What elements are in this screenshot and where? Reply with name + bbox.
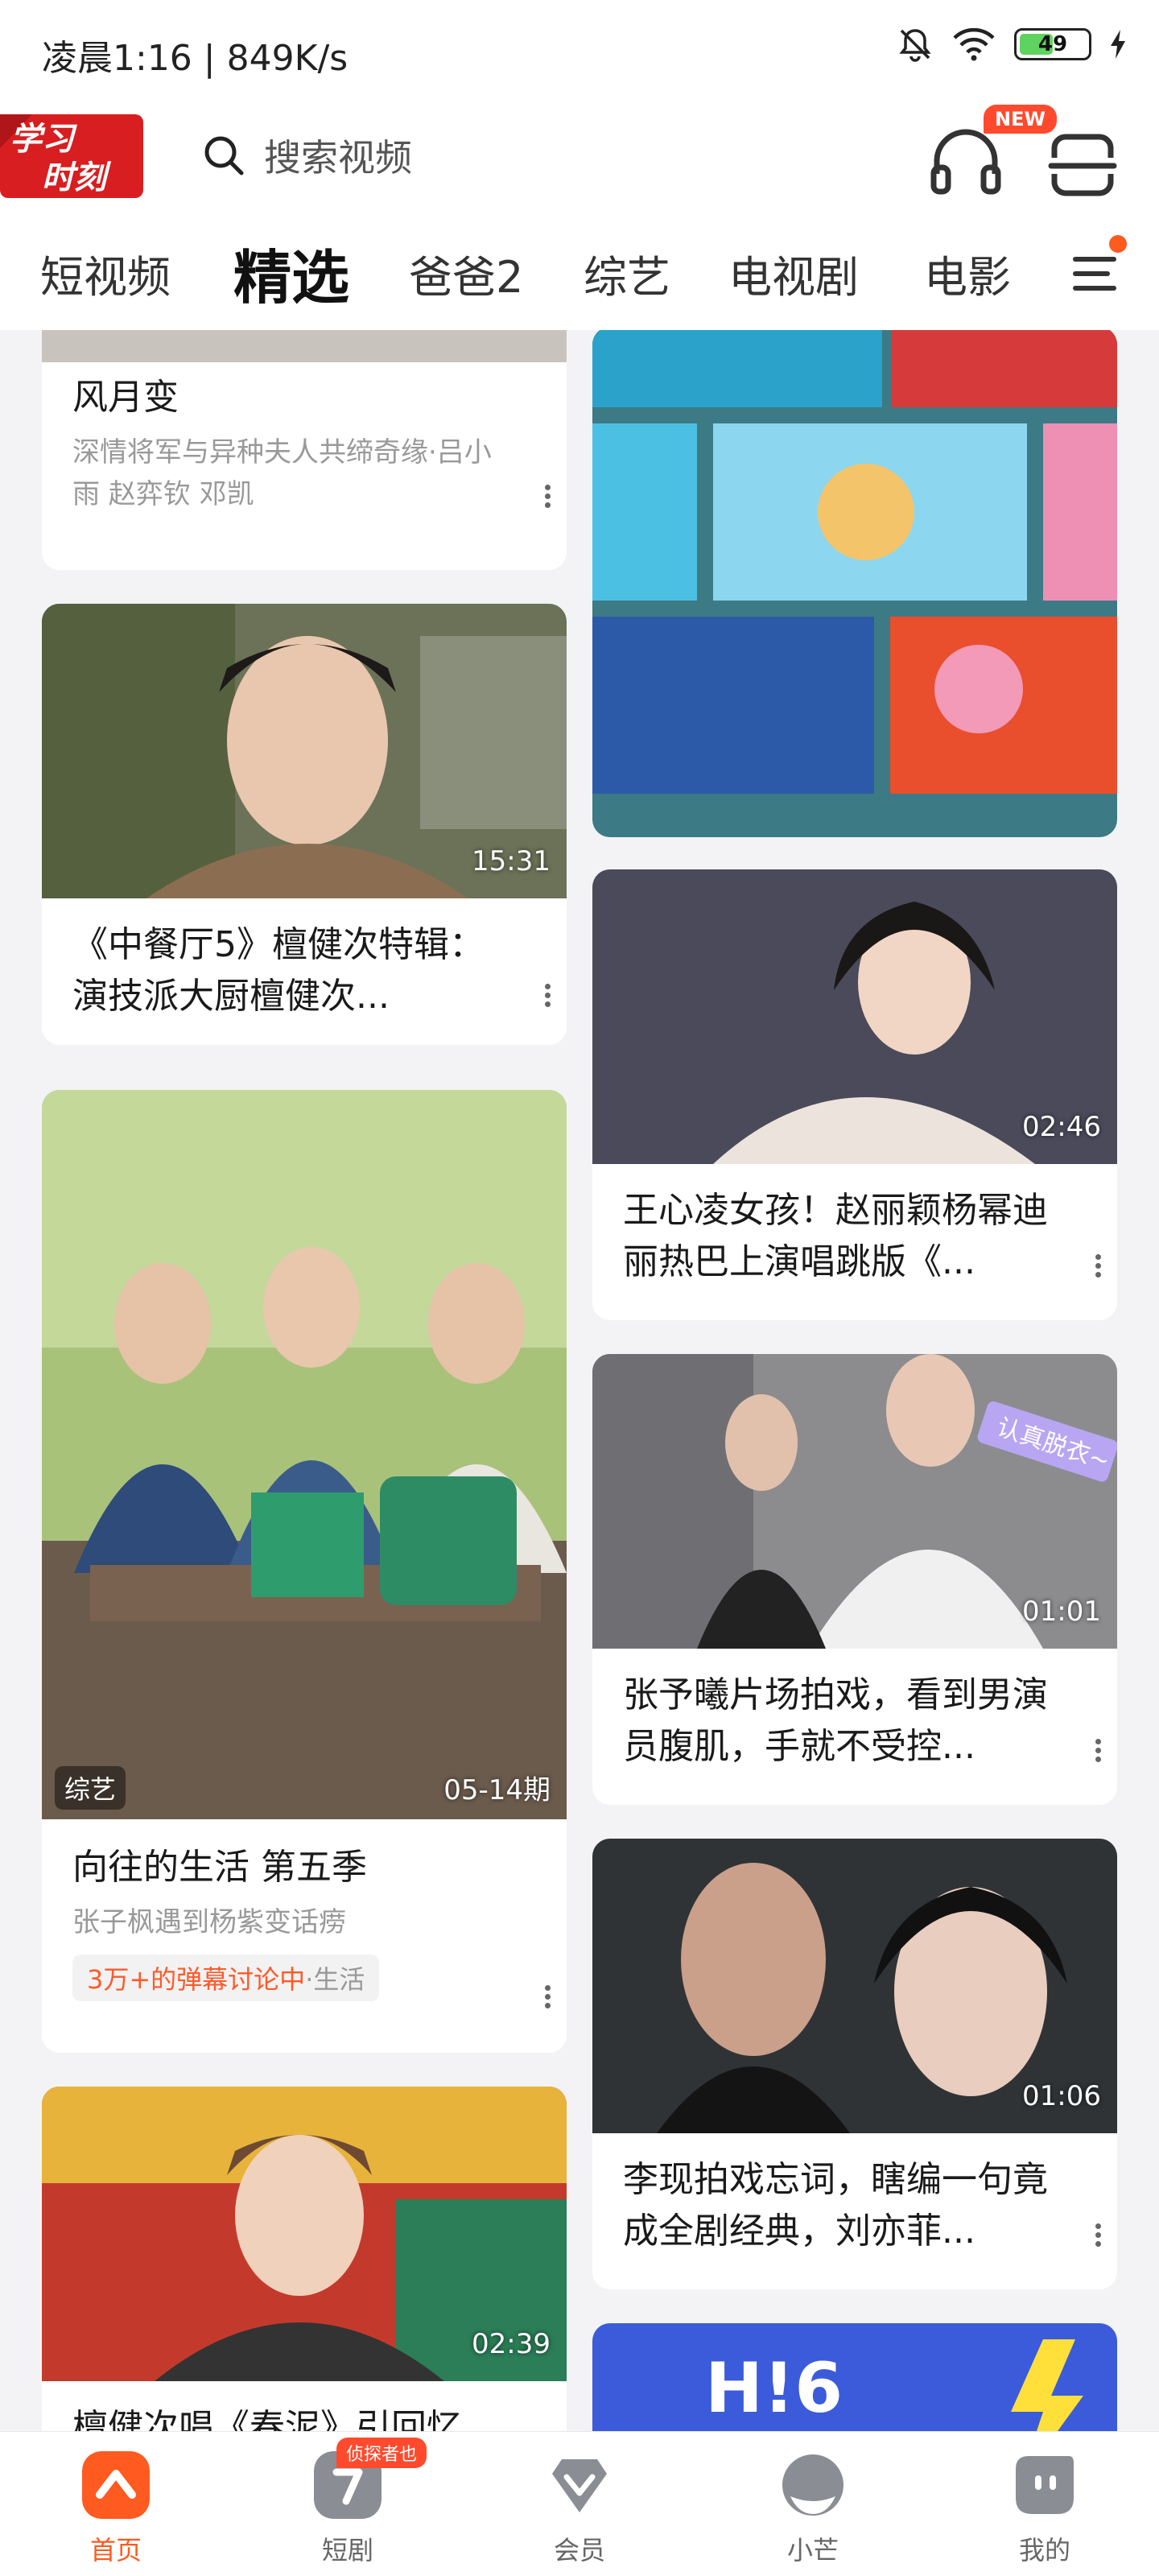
danmaku-tag: 3万+的弹幕讨论中·生活 (72, 1955, 380, 2001)
video-title: 风月变 (72, 377, 179, 418)
video-card[interactable]: 风月变 深情将军与异种夫人共缔奇缘·吕小雨 赵弈钦 邓凯 (42, 330, 567, 570)
tab-short-video[interactable]: 短视频 (40, 242, 171, 305)
promo-banner-text: H!6 (705, 2348, 843, 2429)
danmaku-category: ·生活 (305, 1964, 365, 1995)
battery-icon: 49 (1014, 28, 1091, 60)
profile-icon (1016, 2456, 1074, 2514)
video-subtitle: 深情将军与异种夫人共缔奇缘·吕小雨 赵弈钦 邓凯 (72, 436, 492, 510)
video-feed[interactable]: 风月变 深情将军与异种夫人共缔奇缘·吕小雨 赵弈钦 邓凯 15:31 《中餐厅5… (0, 330, 1159, 2431)
video-duration: 01:06 (1022, 2080, 1101, 2112)
xiaomang-icon (782, 2454, 843, 2516)
video-card[interactable]: 01:06 李现拍戏忘词，瞎编一句竟成全剧经典，刘亦菲... (592, 1839, 1117, 2289)
more-options-icon[interactable] (1093, 1251, 1103, 1286)
video-title: 《中餐厅5》檀健次特辑：演技派大厨檀健次... (72, 924, 485, 1017)
promo-banner-card[interactable]: H!6 (592, 2323, 1117, 2431)
video-card[interactable]: 认真脱衣~ 01:01 张予曦片场拍戏，看到男演员腹肌，手就不受控... (592, 1354, 1117, 1805)
mute-bell-icon (899, 29, 931, 62)
nav-home-label: 首页 (89, 2535, 142, 2566)
nav-profile-label: 我的 (1018, 2535, 1070, 2566)
video-card[interactable]: 综艺 05-14期 向往的生活 第五季 张子枫遇到杨紫变话痨 3万+的弹幕讨论中… (42, 1090, 567, 2053)
tab-tv-series[interactable]: 电视剧 (728, 242, 859, 305)
menu-notification-dot (1109, 235, 1127, 253)
more-options-icon[interactable] (1093, 1736, 1103, 1771)
video-title: 向往的生活 第五季 (72, 1847, 367, 1888)
status-icons: 49 (897, 26, 1127, 63)
video-subtitle: 张子枫遇到杨紫变话痨 (72, 1906, 346, 1938)
home-icon (82, 2451, 150, 2519)
nav-xiaomang-label: 小芒 (786, 2535, 839, 2566)
charging-icon (1111, 30, 1125, 59)
new-badge: NEW (984, 105, 1057, 134)
danmaku-count: 3万+的弹幕讨论中 (87, 1964, 306, 1995)
scan-icon[interactable] (1046, 129, 1119, 201)
video-duration: 02:46 (1022, 1111, 1101, 1143)
more-options-icon[interactable] (542, 980, 552, 1016)
tab-baba2[interactable]: 爸爸2 (409, 242, 523, 305)
app-logo[interactable]: 学习 时刻 (0, 108, 149, 204)
video-thumbnail (42, 1090, 567, 1819)
category-badge: 综艺 (55, 1766, 126, 1810)
video-duration: 02:39 (472, 2328, 551, 2360)
nav-vip[interactable]: 会员 (515, 2451, 644, 2567)
search-icon (204, 136, 244, 175)
short-drama-badge: 侦探者也 (336, 2438, 427, 2468)
status-bar: 凌晨1:16 | 849K/s 49 (0, 0, 1159, 97)
svg-text:时刻: 时刻 (42, 159, 112, 196)
tab-movie[interactable]: 电影 (924, 242, 1011, 305)
svg-text:学习: 学习 (10, 121, 77, 158)
wifi-icon (953, 27, 995, 61)
video-duration: 15:31 (472, 845, 551, 877)
video-card[interactable]: 02:39 檀健次唱《春泥》引回忆 (42, 2087, 567, 2431)
nav-xiaomang[interactable]: 小芒 (749, 2451, 877, 2567)
collection-card[interactable] (592, 330, 1117, 837)
tab-featured[interactable]: 精选 (233, 230, 349, 315)
video-title: 李现拍戏忘词，瞎编一句竟成全剧经典，刘亦菲... (623, 2159, 1048, 2252)
search-bar[interactable]: 搜索视频 (201, 129, 412, 182)
nav-profile[interactable]: 我的 (980, 2451, 1109, 2567)
video-duration: 01:01 (1022, 1596, 1101, 1628)
battery-level: 49 (1037, 32, 1068, 56)
search-placeholder: 搜索视频 (264, 136, 412, 180)
more-options-icon[interactable] (542, 1982, 552, 2017)
nav-vip-label: 会员 (553, 2535, 605, 2566)
category-tabs: 短视频 精选 爸爸2 综艺 电视剧 电影 (0, 217, 1159, 330)
video-thumbnail (42, 330, 567, 362)
bottom-navigation: 首页 短剧 会员 小芒 我的 (0, 2431, 1159, 2576)
status-time: 凌晨1:16 | 849K/s (42, 38, 349, 79)
video-card[interactable]: 02:46 王心凌女孩！赵丽颖杨幂迪丽热巴上演唱跳版《... (592, 869, 1117, 1320)
menu-icon[interactable] (1070, 250, 1119, 298)
cartoon-collage-thumbnail (592, 330, 1117, 837)
tab-variety[interactable]: 综艺 (584, 242, 670, 305)
nav-home[interactable]: 首页 (52, 2451, 180, 2567)
video-title: 王心凌女孩！赵丽颖杨幂迪丽热巴上演唱跳版《... (623, 1190, 1048, 1282)
promo-banner-image: H!6 (592, 2323, 1117, 2431)
nav-short-drama[interactable]: 短剧 (283, 2451, 412, 2567)
more-options-icon[interactable] (1093, 2220, 1103, 2256)
nav-short-drama-label: 短剧 (321, 2535, 373, 2566)
video-card[interactable]: 15:31 《中餐厅5》檀健次特辑：演技派大厨檀健次... (42, 604, 567, 1045)
more-options-icon[interactable] (542, 481, 552, 517)
video-title: 张予曦片场拍戏，看到男演员腹肌，手就不受控... (623, 1674, 1048, 1767)
episode-label: 05-14期 (443, 1774, 551, 1806)
vip-diamond-icon (552, 2459, 607, 2512)
video-title: 檀健次唱《春泥》引回忆 (72, 2407, 462, 2431)
